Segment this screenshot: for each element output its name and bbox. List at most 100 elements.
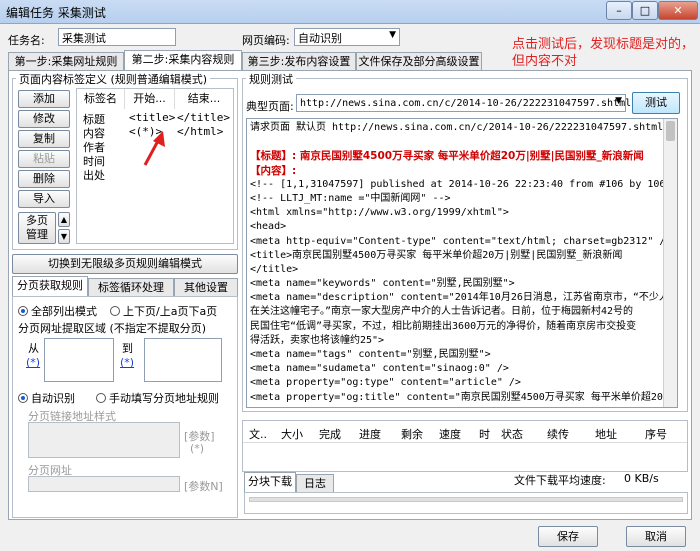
page-url-input[interactable] (28, 476, 180, 492)
col-header-remaining[interactable]: 剩余 (401, 426, 423, 442)
download-table-header: 文.. 大小 完成 进度 剩余 速度 时 状态 续传 地址 序号 (243, 421, 687, 443)
row-end: </title> (177, 111, 230, 124)
output-line: <meta name="tags" content="别墅,民国别墅"> (250, 349, 491, 360)
tag-definition-title: 页面内容标签定义 (规则普通编辑模式) (16, 71, 211, 87)
manual-rule-radio[interactable]: 手动填写分页地址规则 (96, 390, 219, 406)
output-scrollbar[interactable] (663, 119, 677, 407)
output-line: <meta name="sudameta" content="sinaog:0"… (250, 363, 509, 375)
output-line: 民国住宅“低调”寻买家，不过，相比前期挂出3600万元的净得价，随着南京房市交投… (250, 320, 637, 332)
title-bar: 编辑任务 采集测试 – □ ✕ (0, 0, 700, 24)
avg-speed-label: 文件下载平均速度: (514, 474, 606, 487)
auto-detect-radio[interactable]: 自动识别 (18, 390, 75, 406)
col-header-time[interactable]: 时 (479, 426, 490, 442)
test-button[interactable]: 测试 (632, 92, 680, 114)
output-line: <title>南京民国别墅4500万寻买家 每平米单价超20万|别墅|民国别墅_… (250, 249, 623, 261)
tab-paging-rule[interactable]: 分页获取规则 (12, 276, 88, 297)
switch-mode-button[interactable]: 切换到无限级多页规则编辑模式 (12, 254, 238, 274)
col-header-name[interactable]: 标签名 (77, 89, 125, 109)
chevron-down-icon: ▼ (615, 96, 622, 106)
from-star-link[interactable]: (*) (26, 356, 40, 369)
minimize-button[interactable]: – (606, 1, 632, 20)
mode-prev-next-label: 上下页/上a页下a页 (123, 305, 218, 318)
col-header-size[interactable]: 大小 (281, 426, 303, 442)
extract-area-label: 分页网址提取区域 (不指定不提取分页) (18, 322, 207, 335)
tab-tag-loop[interactable]: 标签循环处理 (88, 278, 174, 297)
tab-step3[interactable]: 第三步:发布内容设置 (242, 52, 356, 71)
typical-page-select[interactable]: http://news.sina.com.cn/c/2014-10-26/222… (296, 94, 631, 112)
table-row[interactable]: 标题 <title> </title> (77, 111, 233, 126)
from-label: 从 (28, 342, 39, 355)
maximize-button[interactable]: □ (632, 1, 658, 20)
tab-step2[interactable]: 第二步:采集内容规则 (124, 50, 242, 71)
table-row[interactable]: 出处 (77, 167, 233, 182)
download-table[interactable]: 文.. 大小 完成 进度 剩余 速度 时 状态 续传 地址 序号 (242, 420, 688, 472)
col-header-done[interactable]: 完成 (319, 426, 341, 442)
encoding-select[interactable]: 自动识别 ▼ (294, 28, 400, 46)
tag-list[interactable]: 标签名 开始... 结束... 标题 <title> </title> 内容 <… (76, 88, 234, 244)
tab-log[interactable]: 日志 (296, 474, 334, 493)
manual-rule-label: 手动填写分页地址规则 (109, 392, 219, 405)
move-down-icon[interactable]: ▼ (58, 229, 70, 244)
copy-button[interactable]: 复制 (18, 130, 70, 148)
edit-button[interactable]: 修改 (18, 110, 70, 128)
output-line-content: 【内容】: (250, 164, 297, 177)
output-line-title: 【标题】: 南京民国别墅4500万寻买家 每平米单价超20万|别墅|民国别墅_新… (250, 150, 644, 163)
col-header-resume[interactable]: 续传 (547, 426, 569, 442)
link-rule-input[interactable] (28, 422, 180, 458)
encoding-value: 自动识别 (298, 32, 342, 45)
tab-chunk-download[interactable]: 分块下载 (244, 472, 296, 493)
output-line: 在关注这幢宅子。”南京一家大型房产中介的人士告诉记者。日前，位于梅园新村42号的 (250, 306, 634, 318)
save-button[interactable]: 保存 (538, 526, 598, 547)
to-star-link[interactable]: (*) (120, 356, 134, 369)
typical-page-label: 典型页面: (246, 100, 294, 113)
rule-test-title: 规则测试 (246, 71, 296, 87)
output-line: <meta name="description" content="2014年1… (250, 292, 674, 304)
output-line: <meta property="og:type" content="articl… (250, 377, 521, 389)
download-progress-bar (249, 497, 683, 502)
scrollbar-thumb[interactable] (666, 121, 675, 141)
avg-speed-value: 0 KB/s (624, 472, 659, 485)
import-button[interactable]: 导入 (18, 190, 70, 208)
from-input[interactable] (44, 338, 114, 382)
col-header-address[interactable]: 地址 (595, 426, 617, 442)
output-line: <head> (250, 221, 287, 233)
task-name-input[interactable]: 采集测试 (58, 28, 176, 46)
test-output[interactable]: 请求页面 默认页 http://news.sina.com.cn/c/2014-… (246, 118, 678, 408)
radio-icon (110, 306, 120, 316)
annotation-arrow-icon (143, 131, 165, 166)
param-n-label[interactable]: [参数N] (184, 478, 223, 494)
output-line: <meta property="og:title" content="南京民国别… (250, 391, 663, 403)
tab-other-settings[interactable]: 其他设置 (174, 278, 238, 297)
to-label: 到 (122, 342, 133, 355)
col-header-speed[interactable]: 速度 (439, 426, 461, 442)
col-header-file[interactable]: 文.. (249, 426, 267, 442)
typical-page-url: http://news.sina.com.cn/c/2014-10-26/222… (300, 98, 632, 109)
row-name: 出处 (83, 169, 105, 182)
to-input[interactable] (144, 338, 222, 382)
col-header-start[interactable]: 开始... (125, 89, 175, 109)
radio-icon (96, 393, 106, 403)
tab-step1[interactable]: 第一步:采集网址规则 (8, 52, 124, 71)
radio-icon (18, 306, 28, 316)
move-up-icon[interactable]: ▲ (58, 212, 70, 227)
tab-advanced[interactable]: 文件保存及部分高级设置 (356, 52, 482, 71)
delete-button[interactable]: 删除 (18, 170, 70, 188)
col-header-end[interactable]: 结束... (175, 89, 233, 109)
col-header-status[interactable]: 状态 (501, 426, 523, 442)
param-star-link[interactable]: (*) (190, 442, 204, 455)
col-header-progress[interactable]: 进度 (359, 426, 381, 442)
mode-prev-next-radio[interactable]: 上下页/上a页下a页 (110, 303, 217, 319)
close-button[interactable]: ✕ (658, 1, 698, 20)
cancel-button[interactable]: 取消 (626, 526, 686, 547)
window-title: 编辑任务 采集测试 (6, 6, 106, 20)
add-button[interactable]: 添加 (18, 90, 70, 108)
mode-all-radio[interactable]: 全部列出模式 (18, 303, 97, 319)
row-start: <title> (129, 111, 176, 124)
chevron-down-icon: ▼ (389, 30, 396, 40)
auto-detect-label: 自动识别 (31, 392, 75, 405)
paste-button[interactable]: 粘贴 (18, 150, 70, 168)
multi-page-manage-button[interactable]: 多页 管理 (18, 212, 56, 244)
chunk-download-area (244, 492, 688, 514)
col-header-index[interactable]: 序号 (645, 426, 667, 442)
